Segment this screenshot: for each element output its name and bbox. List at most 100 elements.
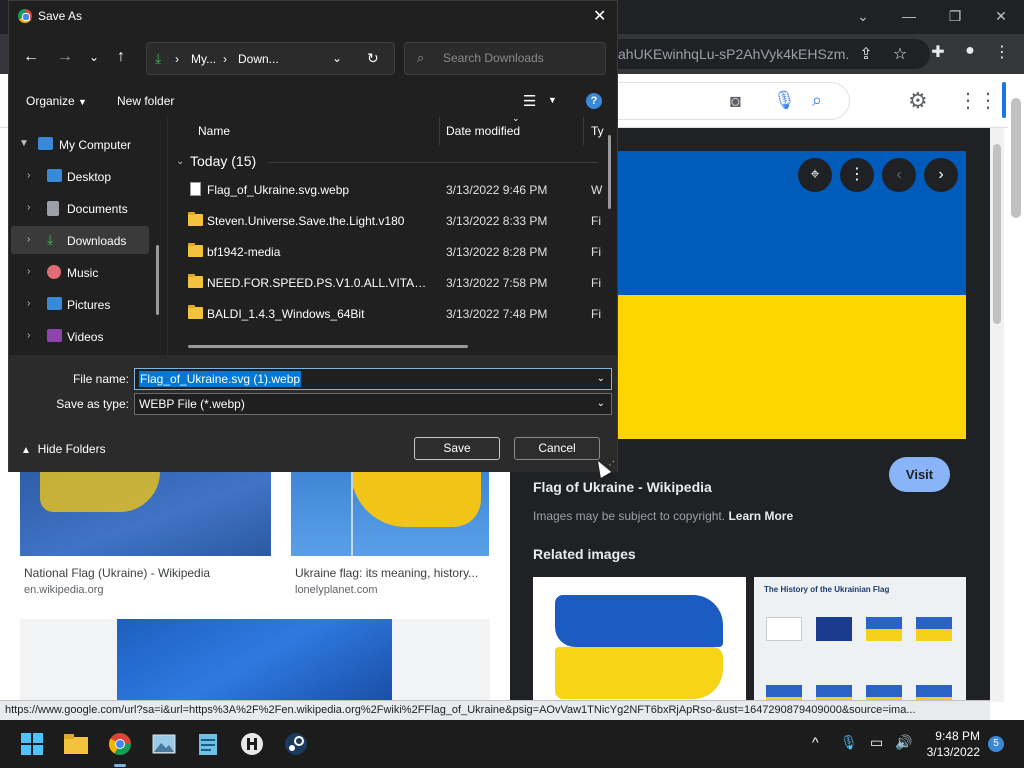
next-arrow-icon[interactable]: › [924, 158, 958, 192]
up-arrow-icon[interactable]: ↑ [117, 48, 125, 66]
result-title-1[interactable]: National Flag (Ukraine) - Wikipedia [24, 566, 210, 580]
tree-item-downloads[interactable]: › ⤓ Downloads [11, 226, 149, 254]
chevron-right-icon[interactable]: › [27, 298, 30, 309]
notepad-icon[interactable] [192, 728, 224, 760]
chrome-icon[interactable] [104, 728, 136, 760]
back-arrow-icon[interactable]: ← [23, 48, 39, 66]
tree-item-my-computer[interactable]: ▼ My Computer [9, 130, 167, 158]
view-options-icon[interactable]: ☰ [523, 92, 536, 110]
browser-close-icon[interactable]: ✕ [978, 4, 1024, 28]
chevron-right-icon[interactable]: › [27, 202, 30, 213]
more-options-icon[interactable]: ⋮ [840, 158, 874, 192]
learn-more-link[interactable]: Learn More [728, 509, 793, 523]
search-icon[interactable]: ⌕ [812, 90, 822, 111]
visit-button[interactable]: Visit [889, 457, 950, 492]
file-row[interactable]: BALDI_1.4.3_Windows_64Bit 3/13/2022 7:48… [168, 299, 608, 330]
new-folder-button[interactable]: New folder [117, 94, 174, 108]
breadcrumb-my-computer[interactable]: My... [191, 52, 216, 66]
column-header-type[interactable]: Ty [591, 124, 604, 138]
result-image-1[interactable] [20, 472, 271, 556]
file-row[interactable]: bf1942-media 3/13/2022 8:28 PM Fi [168, 237, 608, 268]
dialog-close-icon[interactable]: ✕ [593, 6, 606, 26]
dialog-search-input[interactable] [443, 51, 593, 65]
windows-start-icon[interactable] [16, 728, 48, 760]
file-row[interactable]: Steven.Universe.Save.the.Light.v180 3/13… [168, 206, 608, 237]
column-header-name[interactable]: Name [198, 124, 230, 138]
profile-icon[interactable]: ● [958, 42, 982, 60]
steam-icon[interactable] [280, 728, 312, 760]
chevron-down-icon[interactable]: ⌄ [597, 373, 605, 384]
prev-arrow-icon[interactable]: ‹ [882, 158, 916, 192]
minimize-icon[interactable]: — [886, 4, 932, 28]
chevron-down-icon[interactable]: ⌄ [597, 398, 605, 409]
clock[interactable]: 9:48 PM 3/13/2022 [920, 728, 980, 760]
tree-item-pictures[interactable]: › Pictures [9, 290, 167, 318]
window-scrollbar[interactable] [1008, 74, 1024, 702]
file-list-vscroll[interactable] [608, 135, 611, 209]
file-explorer-icon[interactable] [60, 728, 92, 760]
related-image-2[interactable]: The History of the Ukrainian Flag [754, 577, 966, 702]
tree-item-desktop[interactable]: › Desktop [9, 162, 167, 190]
column-header-date[interactable]: Date modified [446, 124, 520, 138]
lens-icon[interactable]: ⌖ [798, 158, 832, 192]
column-separator[interactable] [439, 117, 440, 145]
file-name-input[interactable] [139, 371, 579, 387]
preview-scrollbar[interactable] [990, 128, 1004, 702]
camera-icon[interactable]: ◙ [730, 91, 741, 112]
bookmark-star-icon[interactable]: ☆ [888, 44, 912, 64]
preview-title[interactable]: Flag of Ukraine - Wikipedia [533, 479, 712, 495]
breadcrumb-downloads[interactable]: Down... [238, 52, 279, 66]
file-row[interactable]: NEED.FOR.SPEED.PS.V1.0.ALL.VITALITY.N...… [168, 268, 608, 299]
chevron-down-icon[interactable]: ▼ [19, 138, 29, 149]
column-separator[interactable] [583, 117, 584, 145]
recent-locations-chevron-icon[interactable]: ⌄ [89, 50, 99, 64]
refresh-icon[interactable]: ↻ [367, 50, 379, 67]
hide-folders-button[interactable]: ▲ Hide Folders [21, 442, 106, 456]
restore-icon[interactable]: ❐ [932, 4, 978, 28]
result-image-3[interactable] [20, 619, 490, 700]
settings-gear-icon[interactable]: ⚙ [908, 88, 928, 114]
notification-badge[interactable]: 5 [988, 736, 1004, 752]
flag-yellow-stripe[interactable] [610, 295, 966, 439]
network-icon[interactable]: ▭ [870, 734, 883, 751]
related-image-1[interactable] [533, 577, 746, 702]
menu-icon[interactable]: ⋮ [990, 42, 1014, 62]
organize-button[interactable]: Organize ▼ [26, 94, 87, 108]
tree-item-music[interactable]: › Music [9, 258, 167, 286]
apps-grid-icon[interactable]: ⋮⋮ [958, 88, 998, 113]
dialog-title-bar[interactable]: Save As ✕ [9, 1, 617, 32]
mic-icon[interactable]: 🎙 [773, 90, 796, 111]
volume-icon[interactable]: 🔊 [895, 734, 912, 751]
chevron-right-icon[interactable]: › [27, 234, 30, 245]
preview-scroll-thumb[interactable] [993, 144, 1001, 324]
chevron-right-icon[interactable]: › [27, 330, 30, 341]
game-launcher-icon[interactable] [236, 728, 268, 760]
save-button[interactable]: Save [414, 437, 500, 460]
tree-item-documents[interactable]: › Documents [9, 194, 167, 222]
microphone-icon[interactable]: 🎙 [840, 734, 858, 751]
dialog-address-bar[interactable]: ⤓ › My... › Down... ⌄ ↻ [146, 42, 395, 75]
group-collapse-icon[interactable]: ⌄ [176, 156, 184, 167]
file-name-field[interactable]: Flag_of_Ukraine.svg (1).webp ⌄ [134, 368, 612, 390]
tray-chevron-icon[interactable]: ^ [812, 734, 819, 750]
share-icon[interactable]: ⇪ [854, 44, 878, 64]
file-list-hscroll[interactable] [188, 345, 468, 348]
result-title-2[interactable]: Ukraine flag: its meaning, history... [295, 566, 478, 580]
chevron-right-icon[interactable]: › [27, 266, 30, 277]
view-chevron-icon[interactable]: ▼ [548, 95, 557, 105]
window-scroll-thumb[interactable] [1011, 98, 1021, 218]
tree-item-videos[interactable]: › Videos [9, 322, 167, 350]
tab-search-icon[interactable]: ⌄ [840, 4, 886, 28]
nav-pane-scrollbar[interactable] [156, 245, 159, 315]
forward-arrow-icon[interactable]: → [57, 48, 73, 66]
result-image-2[interactable] [291, 472, 489, 556]
dialog-search-box[interactable]: ⌕ [404, 42, 606, 75]
address-bar[interactable]: ahUKEwinhqLu-sP2AhVyk4kEHSzm... ⇪ ☆ [600, 39, 930, 69]
help-icon[interactable]: ? [586, 93, 602, 109]
chevron-right-icon[interactable]: › [27, 170, 30, 181]
save-type-select[interactable]: WEBP File (*.webp) ⌄ [134, 393, 612, 415]
extensions-icon[interactable]: ✚ [926, 42, 950, 62]
address-dropdown-icon[interactable]: ⌄ [332, 51, 342, 65]
file-row[interactable]: Flag_of_Ukraine.svg.webp 3/13/2022 9:46 … [168, 175, 608, 206]
group-header[interactable]: Today (15) [190, 153, 256, 169]
